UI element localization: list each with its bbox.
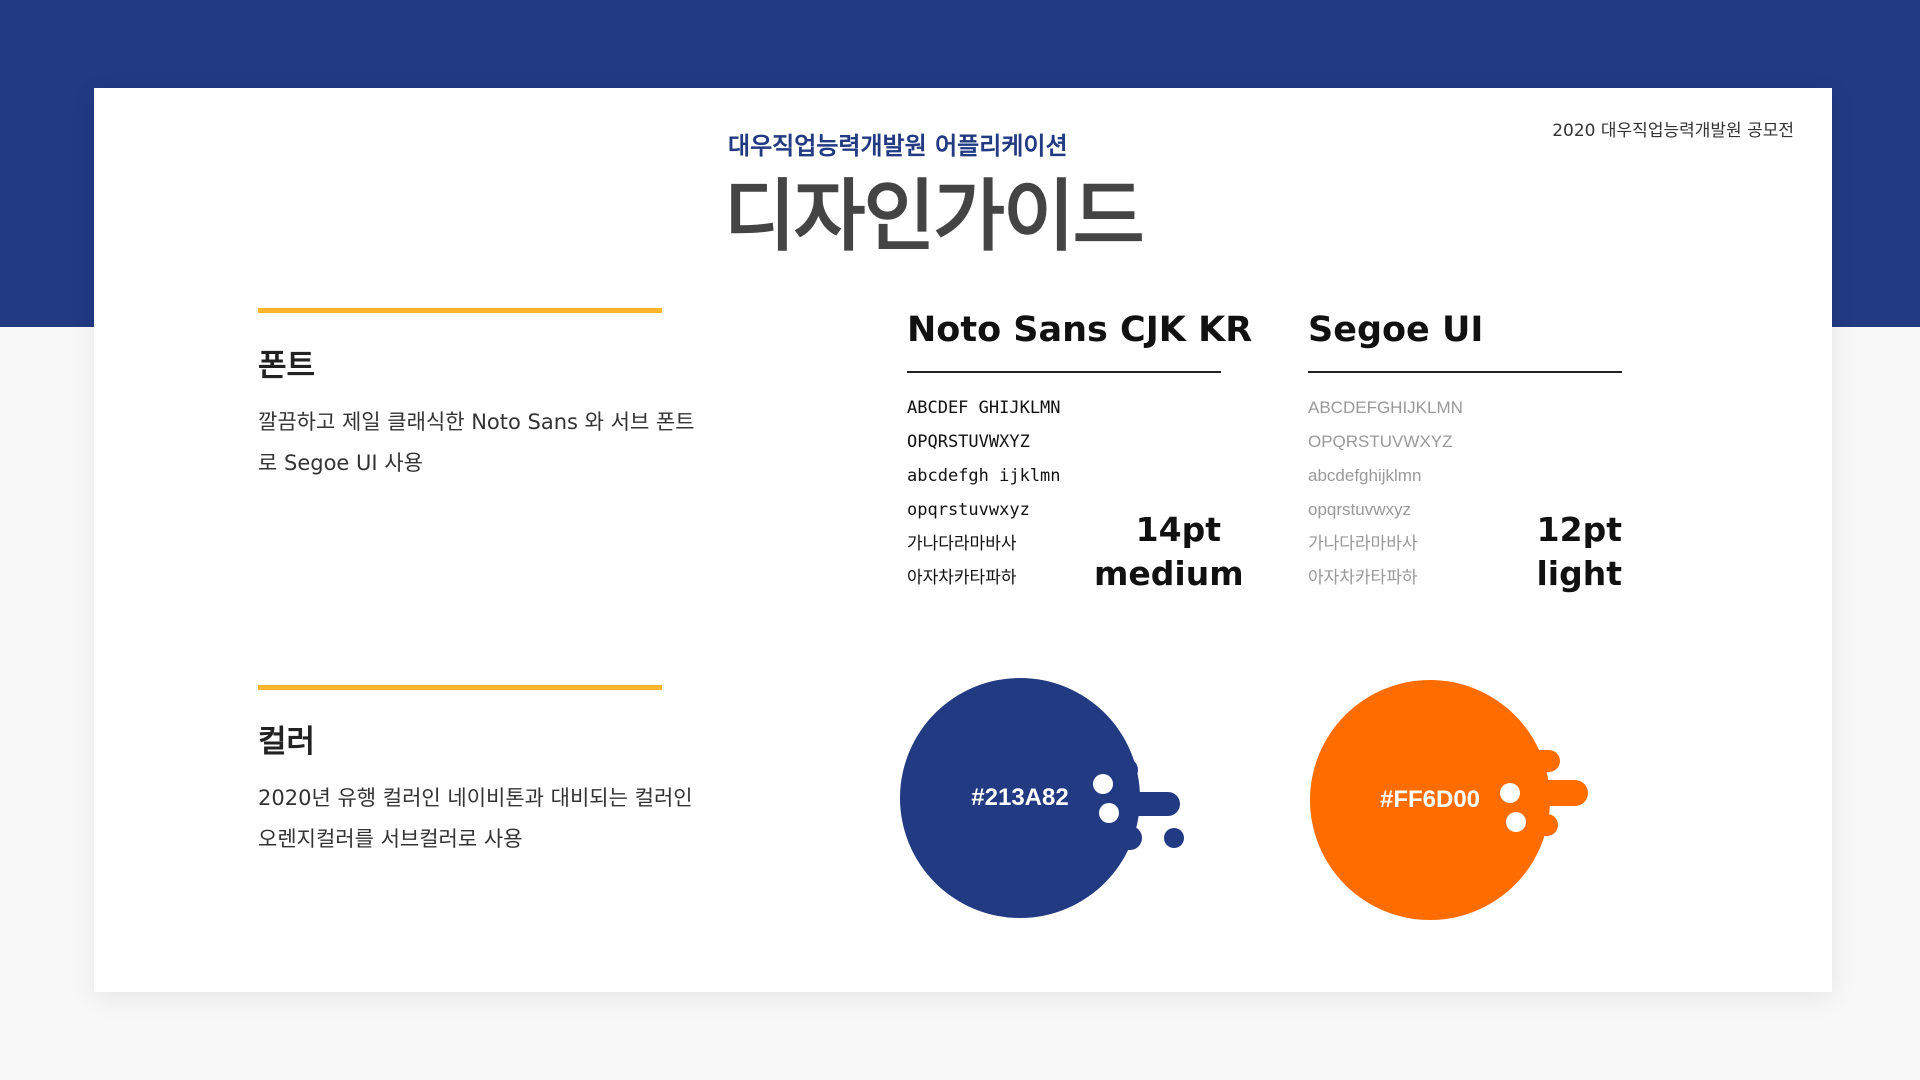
color-section-description: 2020년 유행 컬러인 네이비톤과 대비되는 컬러인 오렌지컬러를 서브컬러로… bbox=[258, 786, 693, 851]
color-section-heading: 컬러 bbox=[258, 724, 316, 760]
font-underline bbox=[907, 371, 1221, 373]
sample-line: opqrstuvwxyz bbox=[1308, 500, 1411, 519]
color-swatch-orange: #FF6D00 bbox=[1310, 680, 1610, 924]
page-title: 디자인가이드 bbox=[724, 172, 1145, 262]
sample-line: 아자차카타파하 bbox=[1308, 568, 1418, 587]
font-spec: 12pt light bbox=[1514, 508, 1622, 596]
font-spec: 14pt medium bbox=[1094, 508, 1244, 596]
sample-line: 가나다라마바사 bbox=[1308, 534, 1418, 553]
sample-line: abcdefghijklmn bbox=[1308, 466, 1422, 485]
design-guide-card: 2020 대우직업능력개발원 공모전 대우직업능력개발원 어플리케이션 디자인가… bbox=[94, 88, 1832, 992]
font-underline bbox=[1308, 371, 1622, 373]
font-weight-label: light bbox=[1536, 554, 1622, 593]
sample-line: OPQRSTUVWXYZ bbox=[1308, 432, 1453, 451]
font-section-description: 깔끔하고 제일 클래식한 Noto Sans 와 서브 폰트로 Segoe UI… bbox=[258, 410, 695, 475]
sample-line: 가나다라마바사 bbox=[907, 534, 1017, 554]
color-hex-label: #FF6D00 bbox=[1379, 786, 1481, 813]
contest-label: 2020 대우직업능력개발원 공모전 bbox=[1552, 121, 1794, 141]
sample-line: 아자차카타파하 bbox=[907, 568, 1017, 588]
font-name: Noto Sans CJK KR bbox=[907, 310, 1253, 350]
font-section-rule bbox=[258, 308, 662, 313]
color-hex-label: #213A82 bbox=[971, 784, 1069, 811]
font-name: Segoe UI bbox=[1308, 310, 1484, 350]
color-swatch-navy: #213A82 bbox=[900, 678, 1200, 922]
font-size-label: 14pt bbox=[1135, 510, 1221, 549]
sample-line: abcdefgh ijklmn bbox=[907, 466, 1061, 486]
color-section-rule bbox=[258, 685, 662, 690]
font-section-heading: 폰트 bbox=[258, 348, 316, 384]
sample-line: opqrstuvwxyz bbox=[907, 500, 1030, 520]
font-size-label: 12pt bbox=[1536, 510, 1622, 549]
sample-line: ABCDEF GHIJKLMN bbox=[907, 398, 1061, 418]
sample-line: OPQRSTUVWXYZ bbox=[907, 432, 1030, 452]
sample-line: ABCDEFGHIJKLMN bbox=[1308, 398, 1463, 417]
font-weight-label: medium bbox=[1094, 554, 1244, 593]
font-samples: ABCDEFGHIJKLMN OPQRSTUVWXYZ abcdefghijkl… bbox=[1308, 391, 1463, 595]
font-samples: ABCDEF GHIJKLMN OPQRSTUVWXYZ abcdefgh ij… bbox=[907, 391, 1061, 595]
